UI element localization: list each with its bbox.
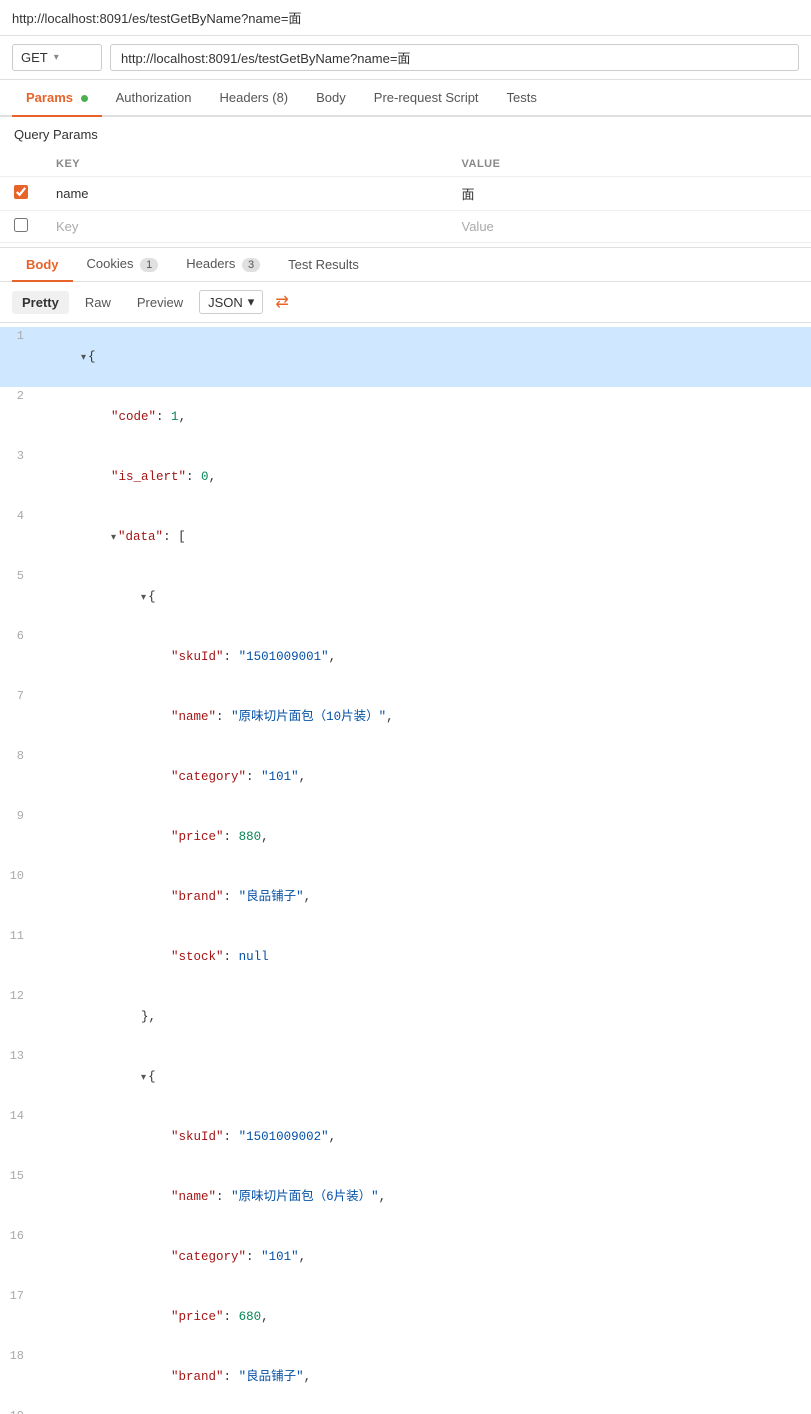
- tab-params[interactable]: Params: [12, 80, 102, 117]
- row2-checkbox-cell[interactable]: [0, 211, 42, 243]
- json-line: 11 "stock": null: [0, 927, 811, 987]
- json-line: 7 "name": "原味切片面包（10片装）",: [0, 687, 811, 747]
- request-tabs: Params Authorization Headers (8) Body Pr…: [0, 80, 811, 117]
- params-dot: [81, 95, 88, 102]
- headers-badge: 3: [242, 258, 260, 272]
- collapse-icon[interactable]: ▾: [141, 1073, 146, 1084]
- tab-pre-request-script[interactable]: Pre-request Script: [360, 80, 493, 117]
- json-line: 1 ▾{: [0, 327, 811, 387]
- json-line: 19 "stock": null: [0, 1407, 811, 1414]
- format-preview-button[interactable]: Preview: [127, 291, 193, 314]
- json-line: 6 "skuId": "1501009001",: [0, 627, 811, 687]
- url-input[interactable]: [110, 44, 799, 71]
- tab-body[interactable]: Body: [302, 80, 360, 117]
- json-line: 2 "code": 1,: [0, 387, 811, 447]
- params-table: KEY VALUE name 面 Key Value: [0, 152, 811, 243]
- json-format-select[interactable]: JSON ▾: [199, 290, 263, 314]
- col-value: VALUE: [448, 152, 811, 177]
- row1-value[interactable]: 面: [448, 177, 811, 211]
- request-bar: GET ▾: [0, 36, 811, 80]
- top-url-display: http://localhost:8091/es/testGetByName?n…: [0, 0, 811, 36]
- row2-checkbox[interactable]: [14, 218, 28, 232]
- json-line: 3 "is_alert": 0,: [0, 447, 811, 507]
- json-line: 4 ▾"data": [: [0, 507, 811, 567]
- cookies-badge: 1: [140, 258, 158, 272]
- tab-response-body[interactable]: Body: [12, 249, 73, 282]
- row1-checkbox-cell[interactable]: [0, 177, 42, 211]
- tab-headers[interactable]: Headers (8): [206, 80, 303, 117]
- json-chevron-icon: ▾: [248, 294, 255, 310]
- json-line: 12 },: [0, 987, 811, 1047]
- row1-checkbox[interactable]: [14, 185, 28, 199]
- collapse-icon[interactable]: ▾: [141, 593, 146, 604]
- response-tabs: Body Cookies 1 Headers 3 Test Results: [0, 247, 811, 282]
- json-line: 13 ▾{: [0, 1047, 811, 1107]
- json-viewer: 1 ▾{ 2 "code": 1, 3 "is_alert": 0, 4 ▾"d…: [0, 323, 811, 1414]
- col-checkbox: [0, 152, 42, 177]
- tab-cookies[interactable]: Cookies 1: [73, 248, 173, 282]
- json-line: 5 ▾{: [0, 567, 811, 627]
- collapse-icon[interactable]: ▾: [81, 353, 86, 364]
- wrap-lines-icon[interactable]: ⇄: [275, 292, 288, 312]
- tab-test-results[interactable]: Test Results: [274, 249, 373, 282]
- method-label: GET: [21, 50, 48, 65]
- method-select[interactable]: GET ▾: [12, 44, 102, 71]
- table-row: name 面: [0, 177, 811, 211]
- json-line: 10 "brand": "良品铺子",: [0, 867, 811, 927]
- col-key: KEY: [42, 152, 448, 177]
- format-pretty-button[interactable]: Pretty: [12, 291, 69, 314]
- json-format-label: JSON: [208, 295, 243, 310]
- format-raw-button[interactable]: Raw: [75, 291, 121, 314]
- method-chevron-icon: ▾: [54, 52, 59, 63]
- json-line: 16 "category": "101",: [0, 1227, 811, 1287]
- table-row-empty: Key Value: [0, 211, 811, 243]
- format-bar: Pretty Raw Preview JSON ▾ ⇄: [0, 282, 811, 323]
- row1-key[interactable]: name: [42, 177, 448, 211]
- row2-value-placeholder[interactable]: Value: [448, 211, 811, 243]
- tab-authorization[interactable]: Authorization: [102, 80, 206, 117]
- json-line: 9 "price": 880,: [0, 807, 811, 867]
- tab-response-headers[interactable]: Headers 3: [172, 248, 274, 282]
- json-line: 14 "skuId": "1501009002",: [0, 1107, 811, 1167]
- json-line: 8 "category": "101",: [0, 747, 811, 807]
- json-line: 15 "name": "原味切片面包（6片装）",: [0, 1167, 811, 1227]
- json-line: 18 "brand": "良品铺子",: [0, 1347, 811, 1407]
- tab-tests[interactable]: Tests: [493, 80, 551, 117]
- json-line: 17 "price": 680,: [0, 1287, 811, 1347]
- collapse-icon[interactable]: ▾: [111, 533, 116, 544]
- query-params-label: Query Params: [0, 117, 811, 152]
- row2-key-placeholder[interactable]: Key: [42, 211, 448, 243]
